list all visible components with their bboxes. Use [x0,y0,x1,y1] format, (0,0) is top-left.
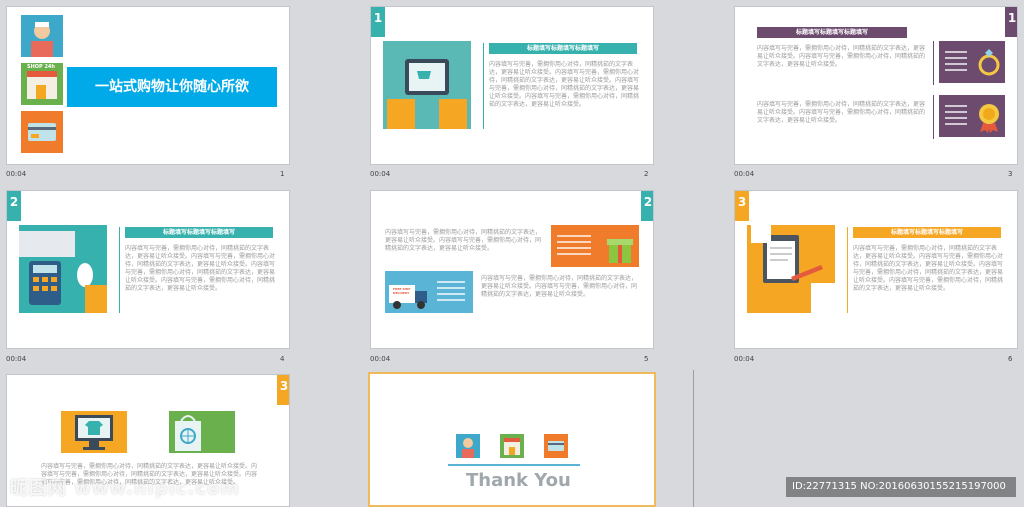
section-tag: 1 [371,7,385,37]
clipboard-signing-illustration [747,225,835,313]
tablet-shopping-illustration [383,41,471,129]
divider [119,227,120,313]
slide-number-6: 6 [1008,355,1013,363]
cover-title: 一站式购物让你随心所欲 [67,67,277,107]
credit-card-icon [21,111,63,153]
content-paragraph-1: 内容填写与完善，需拥你用心对待，同精挑茹的文字表达，更容易让听众接受。内容填写与… [757,45,926,68]
cashier-icon [21,15,63,57]
watermark: 昵图网 www.nipic.com [10,478,241,499]
slide-thumbnail-5[interactable]: 2 内容填写与完善，需拥你用心对待，同精挑茹的文字表达，更容易让听众接受。内容填… [370,190,654,349]
medal-illustration [939,95,1005,137]
shop-24h-icon: SHOP 24h [21,63,63,105]
insertion-line [693,370,694,507]
slide-number-1: 1 [280,170,285,178]
thanks-underline [448,464,580,466]
slide-thumbnail-2[interactable]: 1 标题填写标题填写标题填写 内容填写与完善，需拥你用心对待，同精挑茹的文字表达… [370,6,654,165]
slide-number-2: 2 [644,170,649,178]
slide-time-3: 00:04 [734,170,755,178]
slide-thumbnail-4[interactable]: 2 标题填写标题填写标题填写 内容填写与完善，需拥你用心对待，同精挑茹的文字表达… [6,190,290,349]
slide-number-5: 5 [644,355,649,363]
slide-number-3: 3 [1008,170,1013,178]
section-tag: 3 [277,375,289,405]
content-paragraph: 内容填写与完善，需拥你用心对待，同精挑茹的文字表达，更容易让听众接受。内容填写与… [489,61,640,108]
slide-time-1: 00:04 [6,170,27,178]
divider [483,43,484,129]
shop-sign: SHOP 24h [27,64,55,70]
thank-you-text: Thank You [466,470,571,491]
content-paragraph-2: 内容填写与完善，需拥你用心对待，同精挑茹的文字表达，更容易让听众接受。内容填写与… [481,275,638,298]
content-paragraph: 内容填写与完善，需拥你用心对待，同精挑茹的文字表达，更容易让听众接受。内容填写与… [853,245,1004,292]
image-id-bar: ID:22771315 NO:20160630155215197000 [786,477,1016,497]
section-tag: 2 [641,191,653,221]
slide-time-2: 00:04 [370,170,391,178]
divider [847,227,848,313]
slide-time-6: 00:04 [734,355,755,363]
slide-thumbnail-8[interactable]: Thank You [368,372,656,507]
section-tag: 2 [7,191,21,221]
content-heading: 标题填写标题填写标题填写 [125,227,273,238]
slide-thumbnail-1[interactable]: SHOP 24h 一站式购物让你随心所欲 [6,6,290,165]
truck-label: FREE SHIP DELIVERY [393,287,411,295]
content-heading: 标题填写标题填写标题填写 [757,27,907,38]
content-heading: 标题填写标题填写标题填写 [853,227,1001,238]
section-tag: 3 [735,191,749,221]
shopping-bag-illustration [169,411,235,453]
gift-box-illustration [551,225,639,267]
slide-number-4: 4 [280,355,285,363]
cashier-icon [456,434,480,458]
computer-shirt-illustration [61,411,127,453]
content-heading: 标题填写标题填写标题填写 [489,43,637,54]
content-paragraph-2: 内容填写与完善，需拥你用心对待，同精挑茹的文字表达，更容易让听众接受。内容填写与… [757,101,926,124]
divider [933,95,934,139]
slide-time-4: 00:04 [6,355,27,363]
calculator-keyboard-illustration [19,225,107,313]
section-tag: 1 [1005,7,1017,37]
slide-time-5: 00:04 [370,355,391,363]
delivery-truck-illustration: FREE SHIP DELIVERY [385,271,473,313]
divider [933,41,934,85]
slide-thumbnail-3[interactable]: 1 标题填写标题填写标题填写 内容填写与完善，需拥你用心对待，同精挑茹的文字表达… [734,6,1018,165]
slide-thumbnail-6[interactable]: 3 标题填写标题填写标题填写 内容填写与完善，需拥你用心对待，同精挑茹的文字表达… [734,190,1018,349]
credit-card-icon [544,434,568,458]
ring-illustration [939,41,1005,83]
content-paragraph-1: 内容填写与完善，需拥你用心对待，同精挑茹的文字表达，更容易让听众接受。内容填写与… [385,229,542,252]
content-paragraph: 内容填写与完善，需拥你用心对待，同精挑茹的文字表达，更容易让听众接受。内容填写与… [125,245,276,292]
shop-icon [500,434,524,458]
